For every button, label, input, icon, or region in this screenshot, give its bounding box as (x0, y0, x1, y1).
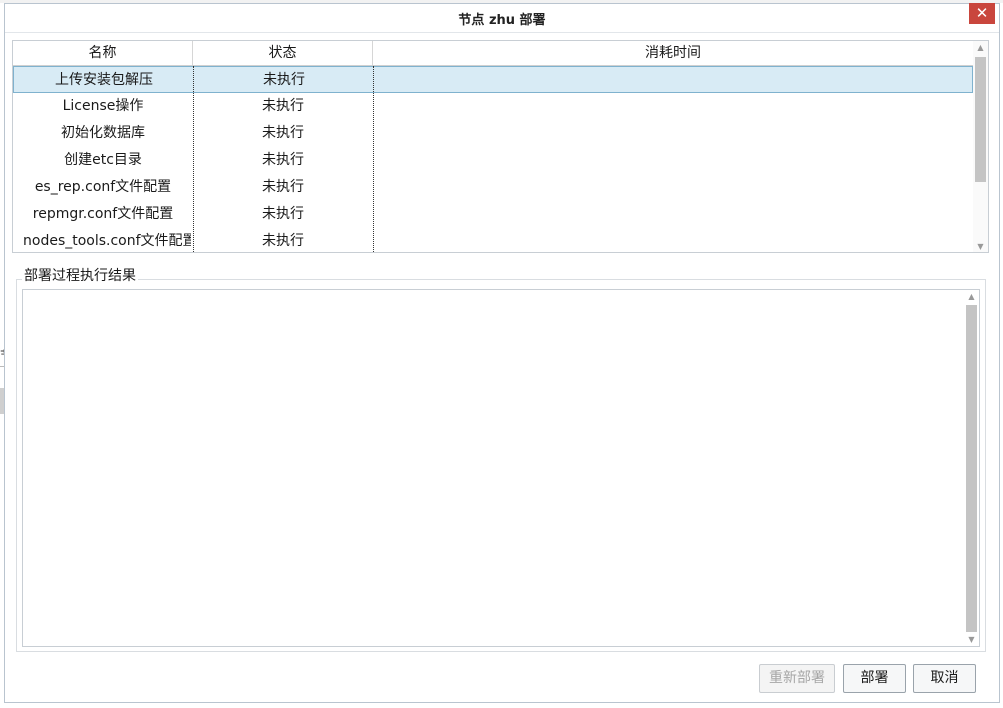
step-name: es_rep.conf文件配置 (34, 179, 172, 195)
result-scrollbar[interactable]: ▲ ▼ (964, 290, 979, 646)
step-time (373, 174, 973, 201)
step-time (373, 228, 973, 252)
step-time (373, 201, 973, 228)
step-status: 未执行 (262, 125, 304, 141)
step-status: 未执行 (262, 233, 304, 249)
scroll-thumb[interactable] (966, 305, 977, 632)
cancel-button[interactable]: 取消 (913, 664, 976, 693)
table-row[interactable]: repmgr.conf文件配置 未执行 (13, 201, 973, 228)
step-name: 上传安装包解压 (55, 72, 153, 88)
column-divider (373, 66, 374, 252)
step-status: 未执行 (262, 179, 304, 195)
table-row[interactable]: 初始化数据库 未执行 (13, 120, 973, 147)
table-row[interactable]: 创建etc目录 未执行 (13, 147, 973, 174)
table-row[interactable]: nodes_tools.conf文件配置 未执行 (13, 228, 973, 252)
dialog-title: 节点 zhu 部署 (458, 13, 546, 28)
step-status: 未执行 (262, 206, 304, 222)
step-status: 未执行 (262, 98, 304, 114)
redeploy-button[interactable]: 重新部署 (759, 664, 835, 693)
step-name: 创建etc目录 (64, 152, 142, 168)
step-status: 未执行 (263, 72, 305, 88)
close-button[interactable]: ✕ (969, 3, 995, 24)
result-output-textarea[interactable]: ▲ ▼ (22, 289, 980, 647)
step-time (373, 120, 973, 147)
step-name: nodes_tools.conf文件配置 (23, 233, 191, 249)
step-name: License操作 (62, 98, 144, 114)
column-header-time[interactable]: 消耗时间 (373, 41, 973, 65)
result-group-label: 部署过程执行结果 (22, 265, 138, 285)
column-header-status[interactable]: 状态 (193, 41, 373, 65)
table-row[interactable]: 上传安装包解压 未执行 (13, 66, 973, 93)
table-scrollbar[interactable]: ▲ ▼ (973, 41, 988, 252)
table-row[interactable]: es_rep.conf文件配置 未执行 (13, 174, 973, 201)
scroll-up-icon[interactable]: ▲ (964, 292, 979, 301)
deploy-steps-table: 名称 状态 消耗时间 上传安装包解压 未执行 License操作 未执行 初始化… (12, 40, 989, 253)
table-row[interactable]: License操作 未执行 (13, 93, 973, 120)
step-time (374, 67, 974, 94)
step-time (373, 93, 973, 120)
title-bar[interactable]: 节点 zhu 部署 ✕ (5, 3, 999, 33)
deploy-button[interactable]: 部署 (843, 664, 906, 693)
table-header: 名称 状态 消耗时间 (13, 41, 973, 66)
column-divider (193, 66, 194, 252)
step-name: repmgr.conf文件配置 (32, 206, 174, 222)
scroll-down-icon[interactable]: ▼ (964, 635, 979, 644)
column-header-name[interactable]: 名称 (13, 41, 193, 65)
step-time (373, 147, 973, 174)
scroll-thumb[interactable] (975, 57, 986, 182)
step-status: 未执行 (262, 152, 304, 168)
step-name: 初始化数据库 (61, 125, 145, 141)
scroll-up-icon[interactable]: ▲ (973, 43, 988, 52)
scroll-down-icon[interactable]: ▼ (973, 242, 988, 251)
